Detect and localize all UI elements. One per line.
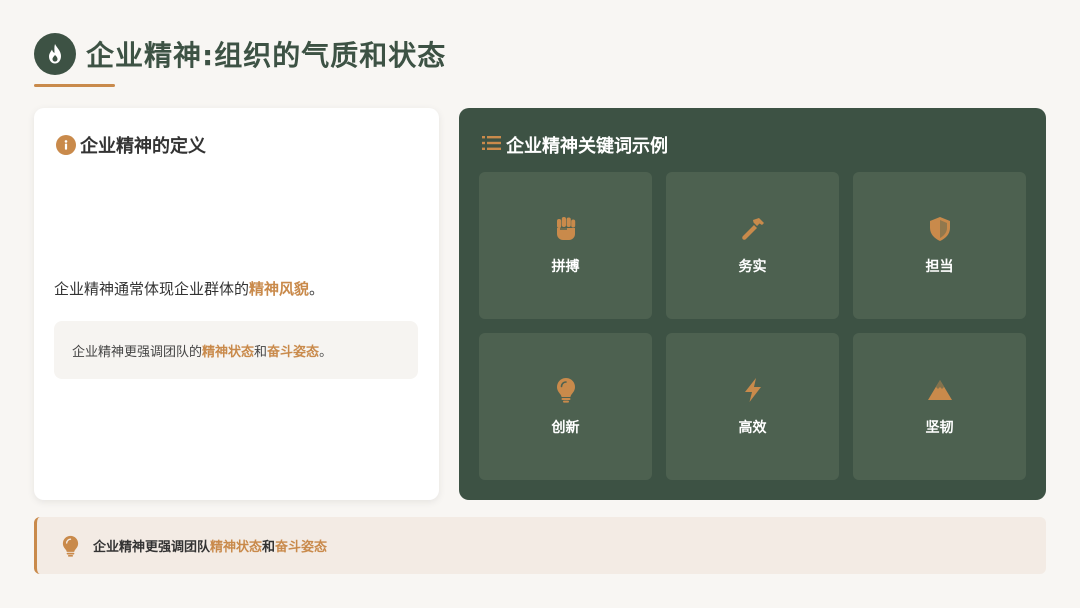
lightbulb-icon — [59, 535, 81, 557]
keyword-label: 坚韧 — [925, 419, 954, 436]
summary-text-part: 和 — [262, 540, 276, 555]
keywords-title: 企业精神关键词示例 — [506, 136, 668, 157]
definition-title: 企业精神的定义 — [80, 136, 206, 157]
keyword-tile: 高效 — [666, 333, 839, 480]
list-icon — [482, 135, 502, 155]
keyword-label: 创新 — [551, 419, 580, 436]
definition-note-box: 企业精神更强调团队的 精神状态和奋斗姿态。 — [54, 321, 418, 379]
flame-icon — [34, 33, 76, 75]
keyword-tile: 担当 — [853, 172, 1026, 319]
keywords-heading: 企业精神关键词示例 — [482, 132, 668, 158]
definition-text-part: 企业精神通常体现企业群体的 — [54, 280, 250, 298]
note-text-part: 企业精神更强调团队的 — [72, 344, 203, 360]
keyword-tile: 拼搏 — [479, 172, 652, 319]
keyword-tile: 坚韧 — [853, 333, 1026, 480]
lightning-icon — [740, 377, 766, 403]
summary-highlight: 精神状态 — [210, 540, 263, 555]
summary-highlight: 奋斗姿态 — [275, 540, 328, 555]
definition-heading: 企业精神的定义 — [56, 132, 206, 158]
keywords-grid: 拼搏 务实 担当 创新 高效 坚韧 — [479, 172, 1026, 480]
keyword-label: 拼搏 — [551, 258, 580, 275]
info-icon — [56, 135, 76, 155]
hammer-icon — [740, 216, 766, 242]
summary-text: 企业精神更强调团队精神状态和奋斗姿态 — [93, 536, 327, 555]
mountain-icon — [927, 377, 953, 403]
note-highlight: 奋斗姿态 — [267, 344, 320, 360]
keywords-card: 企业精神关键词示例 拼搏 务实 担当 创新 高效 坚韧 — [459, 108, 1046, 500]
keyword-tile: 务实 — [666, 172, 839, 319]
note-text-part: 和 — [254, 344, 268, 360]
fist-icon — [553, 216, 579, 242]
keyword-label: 担当 — [925, 258, 954, 275]
summary-banner: 企业精神更强调团队精神状态和奋斗姿态 — [34, 517, 1046, 574]
lightbulb-icon — [553, 377, 579, 403]
keyword-label: 高效 — [738, 419, 767, 436]
title-underline — [34, 84, 115, 87]
summary-text-part: 企业精神更强调团队 — [93, 540, 211, 555]
page-title: 企业精神:组织的气质和状态 — [86, 39, 447, 72]
page-header: 企业精神:组织的气质和状态 — [34, 33, 446, 75]
definition-card: 企业精神的定义 企业精神通常体现企业群体的精神风貌。 企业精神更强调团队的 精神状… — [34, 108, 439, 500]
note-text-part: 。 — [319, 344, 333, 360]
note-highlight: 精神状态 — [202, 344, 255, 360]
keyword-label: 务实 — [738, 258, 767, 275]
shield-icon — [927, 216, 953, 242]
keyword-tile: 创新 — [479, 333, 652, 480]
definition-highlight: 精神风貌 — [249, 280, 310, 298]
definition-text-part: 。 — [309, 280, 325, 298]
definition-text: 企业精神通常体现企业群体的精神风貌。 — [54, 278, 324, 299]
